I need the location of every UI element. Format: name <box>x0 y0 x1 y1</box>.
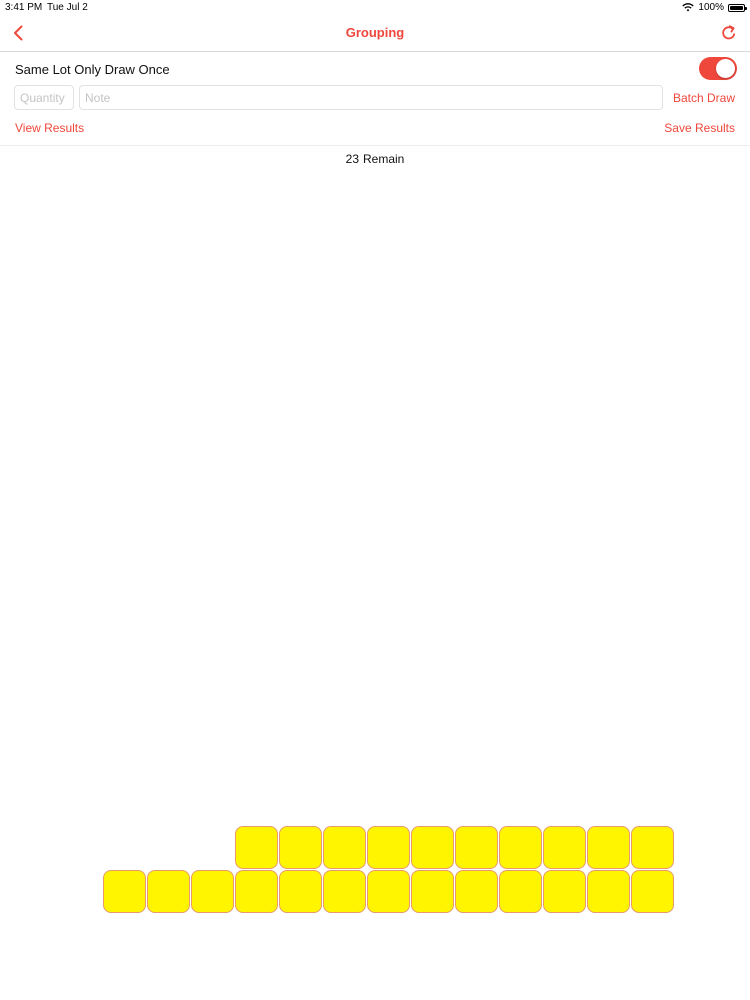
navigation-bar: Grouping <box>0 16 750 52</box>
remain-count: 23 <box>345 152 359 166</box>
lot-tile[interactable] <box>235 826 278 869</box>
lot-tile[interactable] <box>367 826 410 869</box>
view-results-button[interactable]: View Results <box>15 121 84 135</box>
lot-tile[interactable] <box>235 870 278 913</box>
refresh-icon <box>722 25 736 40</box>
lot-tile[interactable] <box>279 870 322 913</box>
lot-tile[interactable] <box>543 826 586 869</box>
refresh-button[interactable] <box>720 24 738 42</box>
batch-draw-button[interactable]: Batch Draw <box>673 91 735 105</box>
lot-tile[interactable] <box>367 870 410 913</box>
save-results-button[interactable]: Save Results <box>664 121 735 135</box>
lot-tile[interactable] <box>631 870 674 913</box>
status-date: Tue Jul 2 <box>47 2 88 13</box>
battery-icon <box>728 3 747 12</box>
same-lot-label: Same Lot Only Draw Once <box>15 62 170 77</box>
lot-tile[interactable] <box>587 870 630 913</box>
quantity-input[interactable] <box>14 85 74 110</box>
status-time: 3:41 PM <box>5 2 43 13</box>
lot-tile[interactable] <box>411 826 454 869</box>
status-indicators: 100% <box>682 2 747 13</box>
lot-tile[interactable] <box>499 826 542 869</box>
toggle-knob <box>716 59 735 78</box>
lot-tile[interactable] <box>323 826 366 869</box>
lot-tile[interactable] <box>455 826 498 869</box>
divider <box>0 145 750 146</box>
lot-tile[interactable] <box>631 826 674 869</box>
remain-label: Remain <box>363 152 405 166</box>
lot-tile[interactable] <box>455 870 498 913</box>
remain-counter: 23 Remain <box>0 152 750 166</box>
lot-tile[interactable] <box>279 826 322 869</box>
battery-percent: 100% <box>698 2 724 13</box>
note-input[interactable] <box>79 85 663 110</box>
lot-tile[interactable] <box>191 870 234 913</box>
status-bar: 3:41 PM Tue Jul 2 100% <box>0 0 750 16</box>
wifi-icon <box>682 3 695 12</box>
lot-tile[interactable] <box>103 870 146 913</box>
lot-tile[interactable] <box>323 870 366 913</box>
lot-tile[interactable] <box>543 870 586 913</box>
lot-pile <box>0 0 750 1000</box>
lot-tile[interactable] <box>499 870 542 913</box>
lot-tile[interactable] <box>147 870 190 913</box>
page-title: Grouping <box>345 25 405 40</box>
lot-tile[interactable] <box>587 826 630 869</box>
lot-tile[interactable] <box>411 870 454 913</box>
same-lot-toggle[interactable] <box>699 57 737 80</box>
